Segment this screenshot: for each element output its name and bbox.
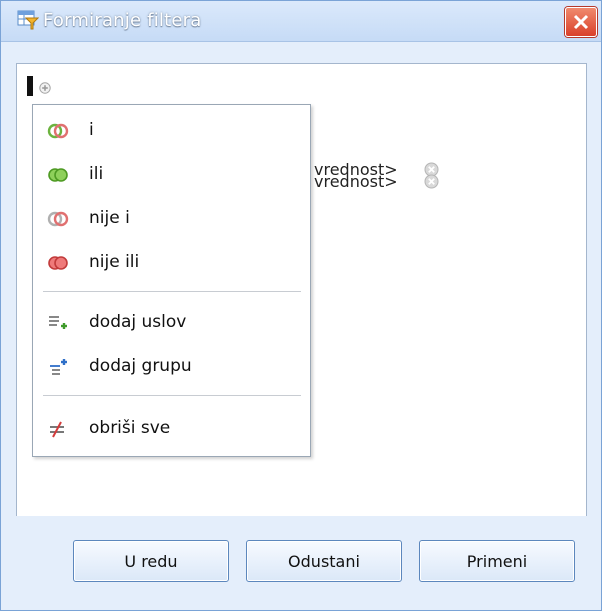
menu-item-label: obriši sve xyxy=(89,418,171,438)
remove-circle-icon[interactable] xyxy=(424,174,439,189)
menu-item-label: i xyxy=(89,120,94,140)
menu-item-not-or[interactable]: nije ili xyxy=(33,245,310,281)
menu-item-and[interactable]: i xyxy=(33,113,310,149)
close-icon xyxy=(573,14,589,30)
close-button[interactable] xyxy=(565,7,597,37)
or-rings-icon xyxy=(48,168,68,182)
context-menu: i ili nije i nije ili dodaj uslov dodaj … xyxy=(32,104,311,457)
menu-separator xyxy=(43,291,301,292)
filter-dialog: Formiranje filtera vrednost> vrednost> i… xyxy=(0,0,602,611)
menu-item-add-condition[interactable]: dodaj uslov xyxy=(33,305,310,341)
menu-item-clear-all[interactable]: obriši sve xyxy=(33,411,310,447)
condition-value[interactable]: vrednost> xyxy=(314,172,398,191)
menu-item-or[interactable]: ili xyxy=(33,157,310,193)
apply-button[interactable]: Primeni xyxy=(419,540,575,582)
menu-item-label: dodaj grupu xyxy=(89,356,192,376)
not-or-rings-icon xyxy=(48,256,68,270)
menu-item-label: ili xyxy=(89,164,104,184)
not-and-rings-icon xyxy=(47,211,69,227)
menu-item-label: nije i xyxy=(89,208,130,228)
add-condition-icon xyxy=(49,316,67,329)
title-bar[interactable]: Formiranje filtera xyxy=(1,1,601,42)
cancel-button[interactable]: Odustani xyxy=(246,540,402,582)
filter-table-icon xyxy=(17,10,40,30)
add-group-icon xyxy=(50,359,67,375)
menu-item-label: nije ili xyxy=(89,252,140,272)
menu-item-not-and[interactable]: nije i xyxy=(33,201,310,237)
menu-item-add-group[interactable]: dodaj grupu xyxy=(33,349,310,385)
clear-all-icon xyxy=(50,421,64,438)
menu-separator xyxy=(43,395,301,396)
dialog-title: Formiranje filtera xyxy=(43,10,202,31)
menu-item-label: dodaj uslov xyxy=(89,312,187,332)
ok-button[interactable]: U redu xyxy=(73,540,229,582)
group-operator-handle[interactable] xyxy=(27,76,33,96)
add-circle-icon[interactable] xyxy=(39,82,51,94)
and-rings-icon xyxy=(47,123,69,139)
